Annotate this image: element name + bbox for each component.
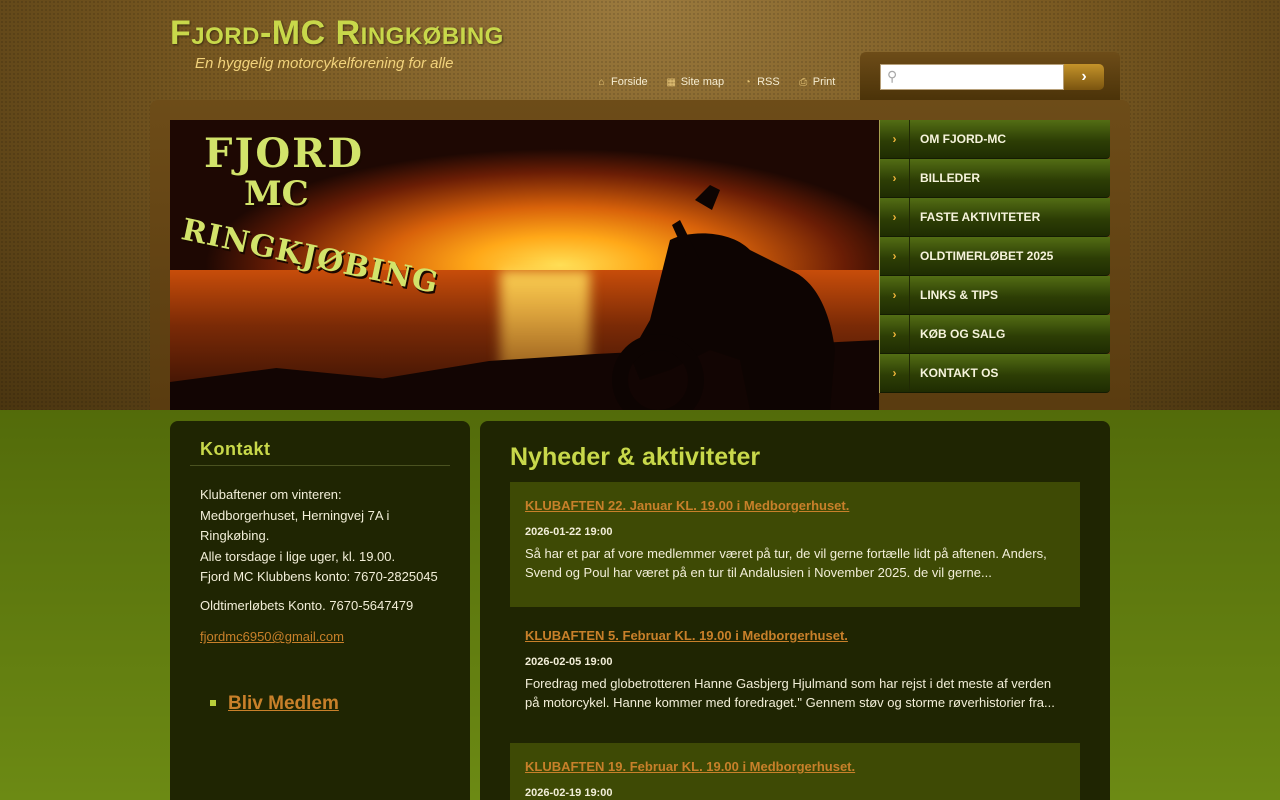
chevron-right-icon: › [880, 276, 910, 314]
news-excerpt: Så har et par af vore medlemmer været på… [525, 546, 1047, 580]
contact-text: Klubaftener om vinteren: Medborgerhuset,… [200, 485, 450, 588]
menu-item-label: FASTE AKTIVITETER [920, 210, 1041, 224]
menu-item-label: OM FJORD-MC [920, 132, 1006, 146]
rss-link-label: RSS [757, 76, 780, 88]
menu-item-om-fjord-mc[interactable]: › OM FJORD-MC [880, 120, 1110, 159]
search-input[interactable] [880, 64, 1064, 90]
email-link[interactable]: fjordmc6950@gmail.com [200, 629, 344, 644]
banner-image: FJORD MC RINGKJØBING [170, 120, 879, 410]
menu-item-label: BILLEDER [920, 171, 980, 185]
club-logo: FJORD MC RINGKJØBING [178, 130, 441, 301]
menu-item-kontakt-os[interactable]: › KONTAKT OS [880, 354, 1110, 393]
site-title[interactable]: Fjord-MC Ringkøbing [170, 14, 504, 53]
sidebar-title: Kontakt [200, 439, 271, 459]
arrow-right-icon: › [1081, 68, 1087, 85]
menu-item-label: LINKS & TIPS [920, 288, 999, 302]
news-date: 2026-02-05 19:00 [525, 656, 613, 668]
search-box: ⚲ › [860, 52, 1120, 102]
menu-item-kob-og-salg[interactable]: › KØB OG SALG [880, 315, 1110, 354]
page-title: Nyheder & aktiviteter [510, 443, 761, 471]
sitemap-link-label: Site map [680, 76, 725, 88]
home-link-label: Forside [611, 76, 648, 88]
menu-item-faste-aktiviteter[interactable]: › FASTE AKTIVITETER [880, 198, 1110, 237]
chevron-right-icon: › [880, 237, 910, 275]
logo-line-1: FJORD [204, 130, 365, 177]
chevron-right-icon: › [880, 315, 910, 353]
menu-item-links-tips[interactable]: › LINKS & TIPS [880, 276, 1110, 315]
search-button[interactable]: › [1064, 64, 1104, 90]
news-item: KLUBAFTEN 19. Februar KL. 19.00 i Medbor… [510, 743, 1080, 800]
home-icon: ⌂ [598, 76, 605, 88]
site-slogan: En hyggelig motorcykelforening for alle [195, 55, 454, 72]
contact-line: Medborgerhuset, Herningvej 7A i Ringkøbi… [200, 507, 390, 544]
print-link-label: Print [812, 76, 836, 88]
print-icon: ⎙ [799, 76, 808, 88]
contact-line: Klubaftener om vinteren: [200, 487, 342, 502]
top-links: ⌂ Forside ▦ Site map ◔ RSS ⎙ Print [596, 76, 835, 88]
divider [190, 465, 450, 466]
news-title-link[interactable]: KLUBAFTEN 5. Februar KL. 19.00 i Medborg… [525, 628, 848, 643]
news-title-link[interactable]: KLUBAFTEN 19. Februar KL. 19.00 i Medbor… [525, 759, 855, 774]
search-icon: ⚲ [887, 68, 898, 84]
logo-line-2: MC [244, 174, 309, 214]
news-item: KLUBAFTEN 5. Februar KL. 19.00 i Medborg… [510, 612, 1080, 737]
sitemap-link[interactable]: ▦ Site map [666, 76, 724, 88]
menu-item-label: OLDTIMERLØBET 2025 [920, 249, 1054, 263]
sitemap-icon: ▦ [666, 76, 676, 88]
oldtimer-account: Oldtimerløbets Konto. 7670-5647479 [200, 598, 414, 613]
motorcycle-silhouette [612, 185, 835, 410]
main-menu: › OM FJORD-MC › BILLEDER › FASTE AKTIVITETE… [879, 120, 1110, 393]
chevron-right-icon: › [880, 120, 910, 158]
rss-icon: ◔ [744, 76, 751, 88]
contact-sidebar: Kontakt Klubaftener om vinteren: Medborg… [170, 421, 470, 800]
menu-item-oldtimerlobet[interactable]: › OLDTIMERLØBET 2025 [880, 237, 1110, 276]
news-item: KLUBAFTEN 22. Januar KL. 19.00 i Medborg… [510, 482, 1080, 607]
menu-item-label: KONTAKT OS [920, 366, 999, 380]
contact-line: Alle torsdage i lige uger, kl. 19.00. [200, 548, 396, 564]
chevron-right-icon: › [880, 354, 910, 392]
news-date: 2026-02-19 19:00 [525, 787, 613, 799]
home-link[interactable]: ⌂ Forside [596, 76, 648, 88]
become-member-link[interactable]: Bliv Medlem [228, 693, 339, 715]
bullet-icon [210, 700, 216, 706]
menu-item-billeder[interactable]: › BILLEDER [880, 159, 1110, 198]
news-date: 2026-01-22 19:00 [525, 526, 613, 538]
print-link[interactable]: ⎙ Print [798, 76, 836, 88]
menu-item-label: KØB OG SALG [920, 327, 1006, 341]
news-section: Nyheder & aktiviteter KLUBAFTEN 22. Janu… [480, 421, 1110, 800]
chevron-right-icon: › [880, 159, 910, 197]
contact-line: Fjord MC Klubbens konto: 7670-2825045 [200, 569, 438, 584]
news-title-link[interactable]: KLUBAFTEN 22. Januar KL. 19.00 i Medborg… [525, 498, 849, 513]
chevron-right-icon: › [880, 198, 910, 236]
rss-link[interactable]: ◔ RSS [742, 76, 780, 88]
news-excerpt: Foredrag med globetrotteren Hanne Gasbje… [525, 676, 1055, 710]
